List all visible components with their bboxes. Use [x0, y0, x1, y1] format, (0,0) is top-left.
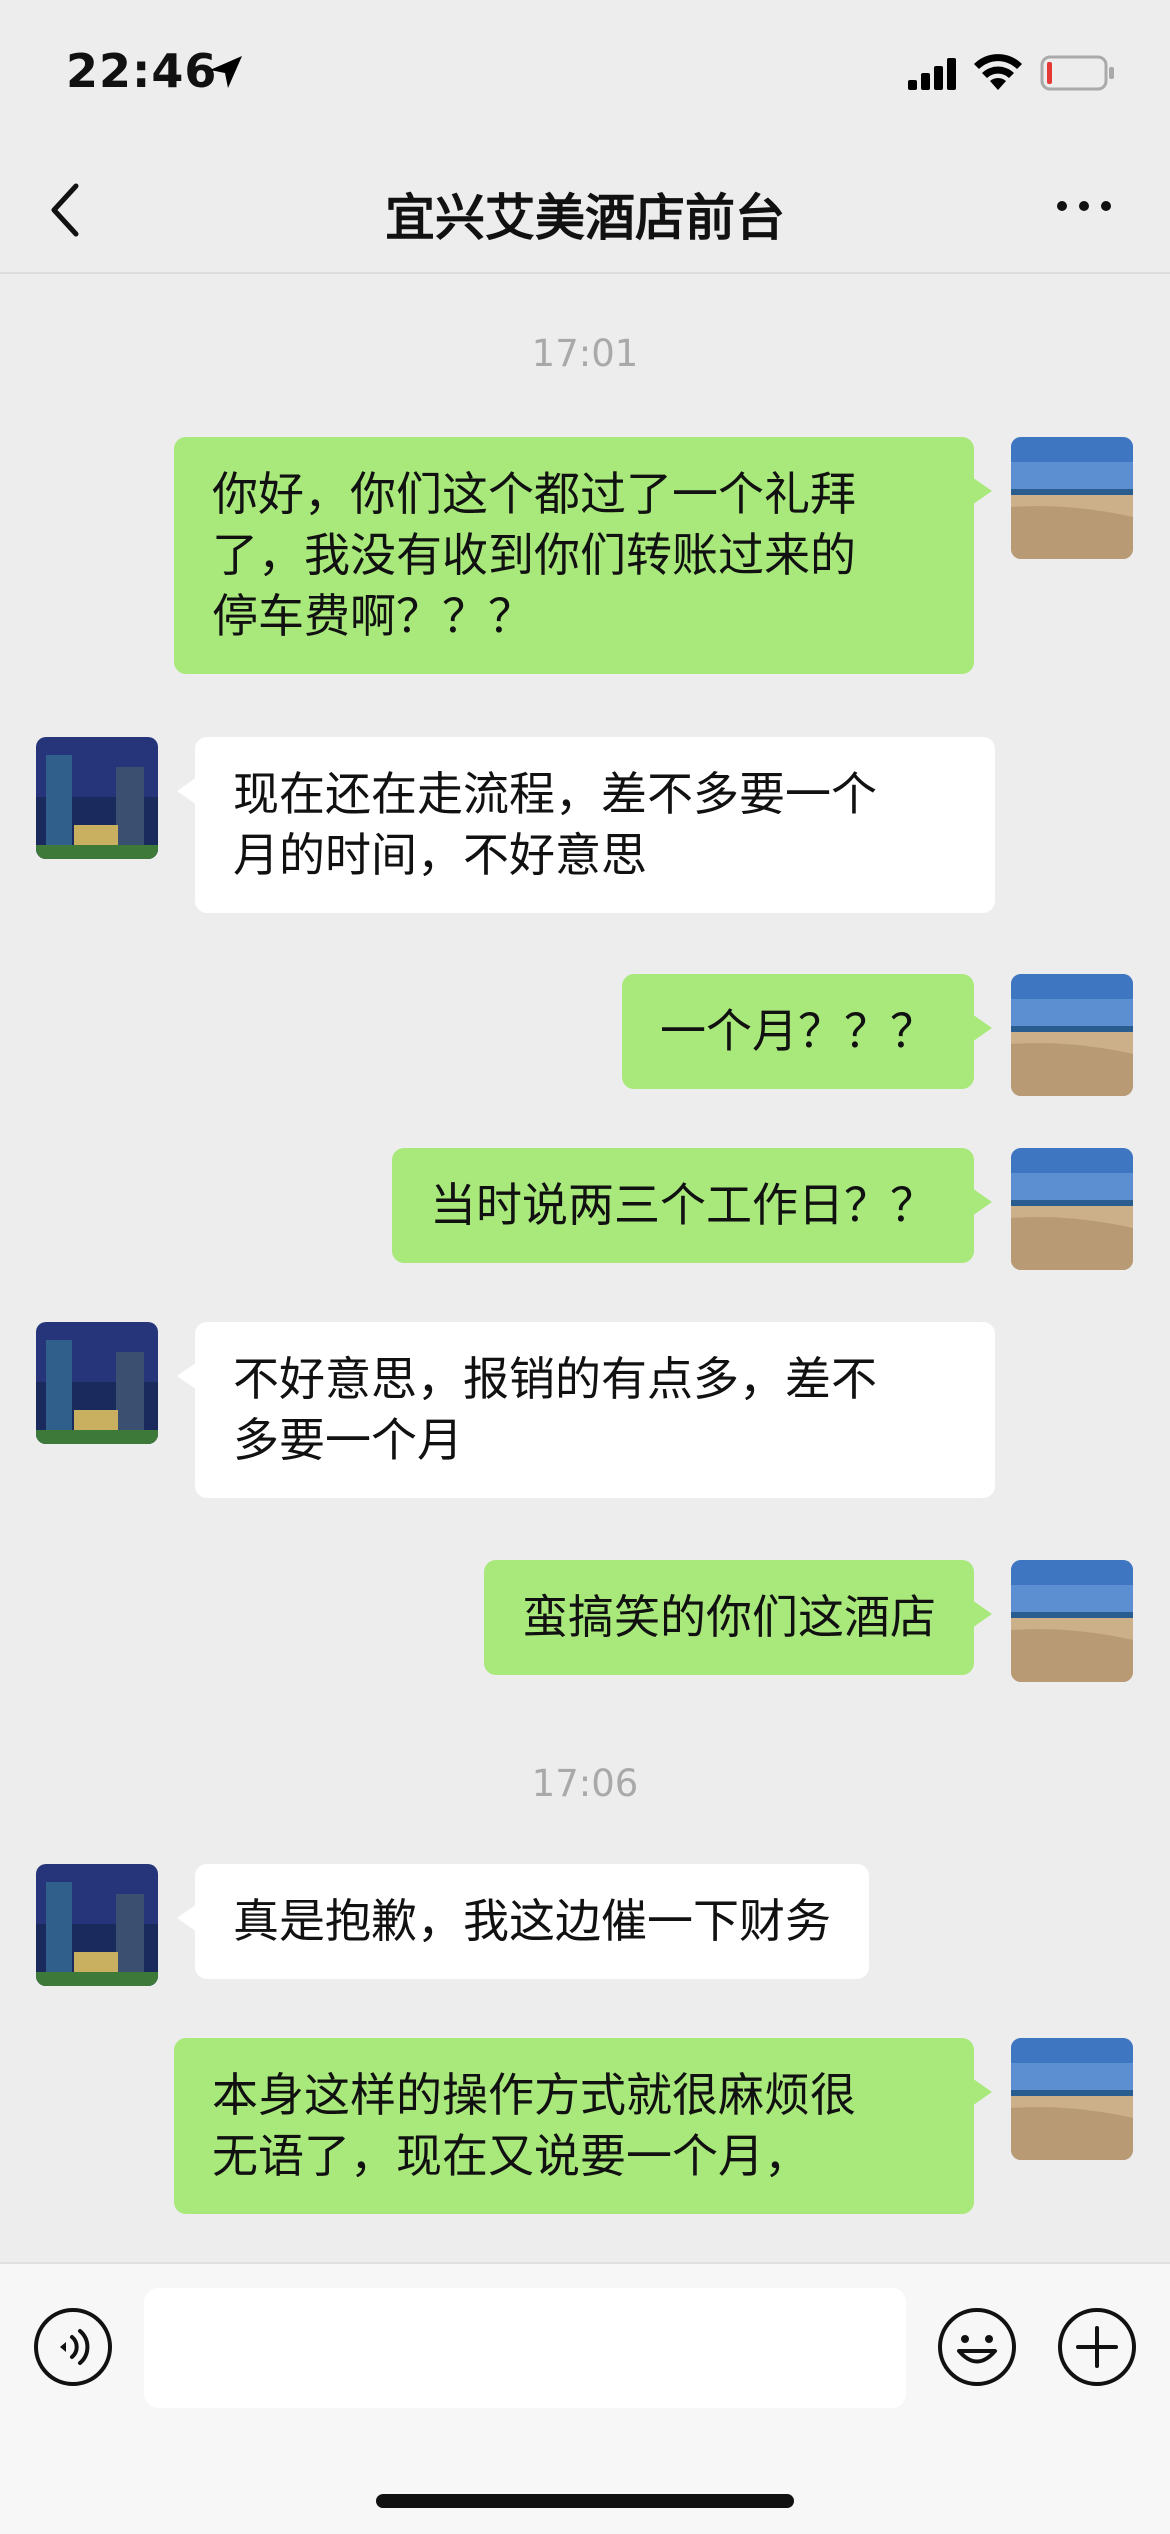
message-outgoing[interactable]: 当时说两三个工作日？？: [392, 1148, 992, 1263]
location-arrow-icon: [210, 56, 242, 88]
beach-avatar-icon: [1011, 974, 1133, 1096]
my-avatar[interactable]: [1011, 2038, 1133, 2160]
hotel-avatar[interactable]: [36, 1864, 158, 1986]
voice-icon[interactable]: [32, 2306, 114, 2388]
message-outgoing[interactable]: 一个月？？？: [622, 974, 992, 1089]
beach-avatar-icon: [1011, 1148, 1133, 1270]
message-outgoing[interactable]: 你好，你们这个都过了一个礼拜 了，我没有收到你们转账过来的 停车费啊？？？: [174, 437, 992, 674]
input-bar: [0, 2262, 1170, 2534]
timestamp: 17:01: [531, 332, 639, 375]
my-avatar[interactable]: [1011, 1560, 1133, 1682]
message-incoming[interactable]: 不好意思，报销的有点多，差不 多要一个月: [177, 1322, 995, 1498]
beach-avatar-icon: [1011, 437, 1133, 559]
beach-avatar-icon: [1011, 2038, 1133, 2160]
wifi-icon: [974, 54, 1022, 90]
status-time: 22:46: [66, 44, 218, 98]
hotel-building-avatar-icon: [36, 737, 158, 859]
message-incoming[interactable]: 现在还在走流程，差不多要一个 月的时间，不好意思: [177, 737, 995, 913]
message-outgoing[interactable]: 本身这样的操作方式就很麻烦很 无语了，现在又说要一个月，: [174, 2038, 992, 2214]
message-outgoing[interactable]: 蛮搞笑的你们这酒店: [484, 1560, 992, 1675]
my-avatar[interactable]: [1011, 437, 1133, 559]
hotel-avatar[interactable]: [36, 737, 158, 859]
emoji-icon[interactable]: [936, 2306, 1018, 2388]
my-avatar[interactable]: [1011, 974, 1133, 1096]
chat-title: 宜兴艾美酒店前台: [385, 189, 785, 247]
beach-avatar-icon: [1011, 1560, 1133, 1682]
status-bar: 22:46: [0, 0, 1170, 150]
battery-icon: [1040, 55, 1114, 91]
more-dots-icon[interactable]: [1054, 196, 1114, 216]
hotel-building-avatar-icon: [36, 1322, 158, 1444]
signal-icon: [908, 58, 956, 90]
timestamp: 17:06: [531, 1762, 639, 1805]
hotel-avatar[interactable]: [36, 1322, 158, 1444]
message-incoming[interactable]: 真是抱歉，我这边催一下财务: [177, 1864, 869, 1979]
message-input[interactable]: [144, 2288, 906, 2408]
my-avatar[interactable]: [1011, 1148, 1133, 1270]
home-indicator[interactable]: [376, 2494, 794, 2508]
hotel-building-avatar-icon: [36, 1864, 158, 1986]
plus-icon[interactable]: [1056, 2306, 1138, 2388]
nav-bar: 宜兴艾美酒店前台: [0, 150, 1170, 274]
